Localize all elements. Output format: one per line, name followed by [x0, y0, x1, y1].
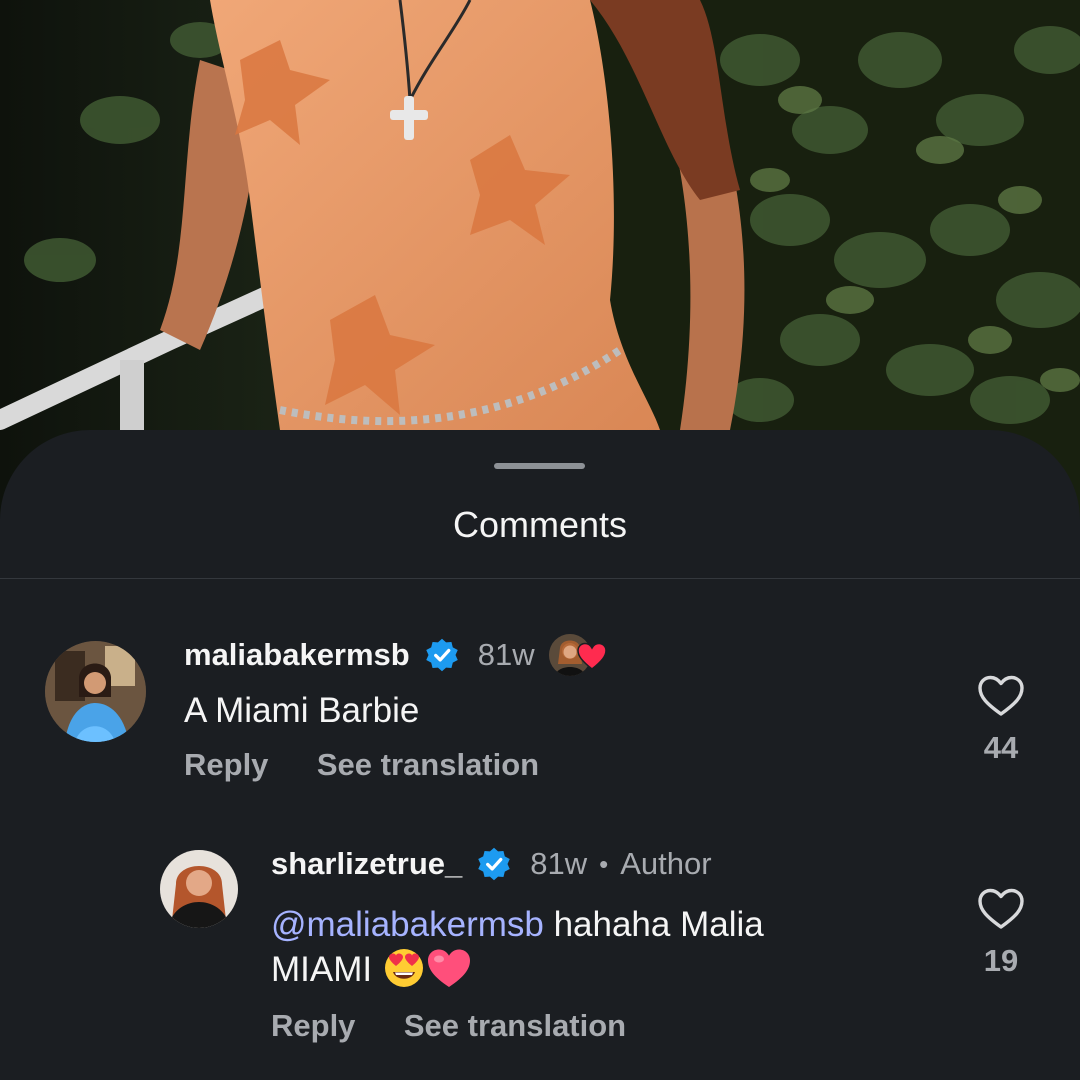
comment-time: 81w	[530, 846, 588, 881]
like-count: 44	[983, 730, 1019, 765]
heart-outline-icon[interactable]	[977, 887, 1025, 931]
mention-link[interactable]: @maliabakermsb	[271, 905, 544, 944]
comment-text: A Miami Barbie	[184, 689, 419, 733]
reply-text: @maliabakermsb hahaha Malia MIAMI	[271, 903, 911, 992]
reply-button[interactable]: Reply	[271, 1008, 355, 1044]
sheet-drag-handle[interactable]	[494, 463, 585, 469]
pink-heart-emoji-icon	[427, 949, 470, 987]
verified-badge-icon	[425, 638, 458, 672]
avatar[interactable]	[160, 850, 238, 928]
heart-outline-icon[interactable]	[977, 674, 1025, 718]
comment-header: maliabakermsb 81w	[184, 632, 611, 678]
reply-header: sharlizetrue_ 81w • Author	[271, 846, 712, 882]
reply-button[interactable]: Reply	[184, 747, 268, 783]
like-column: 19	[971, 887, 1031, 979]
screen: Comments maliabakermsb 81w A Miami Barbi…	[0, 0, 1080, 1080]
header-divider	[0, 578, 1080, 579]
comment-time: 81w	[477, 637, 535, 672]
separator-dot: •	[599, 848, 609, 879]
reply-text-line1: hahaha Malia	[543, 905, 764, 944]
username[interactable]: maliabakermsb	[184, 637, 410, 673]
red-heart-icon	[576, 642, 607, 670]
verified-badge-icon	[478, 847, 511, 881]
comments-sheet: Comments maliabakermsb 81w A Miami Barbi…	[0, 430, 1080, 1080]
heart-eyes-emoji-icon	[384, 949, 423, 987]
avatar[interactable]	[45, 641, 146, 742]
comment-body: A Miami Barbie	[184, 691, 420, 730]
username[interactable]: sharlizetrue_	[271, 846, 462, 882]
sheet-title: Comments	[452, 504, 628, 545]
reply-actions: Reply See translation	[271, 1008, 670, 1044]
see-translation-button[interactable]: See translation	[317, 747, 539, 783]
author-tag: Author	[620, 846, 712, 881]
see-translation-button[interactable]: See translation	[404, 1008, 626, 1044]
reply-text-line2: MIAMI	[271, 950, 382, 989]
like-count: 19	[983, 943, 1019, 978]
liked-by-author-indicator	[548, 632, 611, 678]
comment-actions: Reply See translation	[184, 747, 583, 783]
like-column: 44	[971, 674, 1031, 766]
